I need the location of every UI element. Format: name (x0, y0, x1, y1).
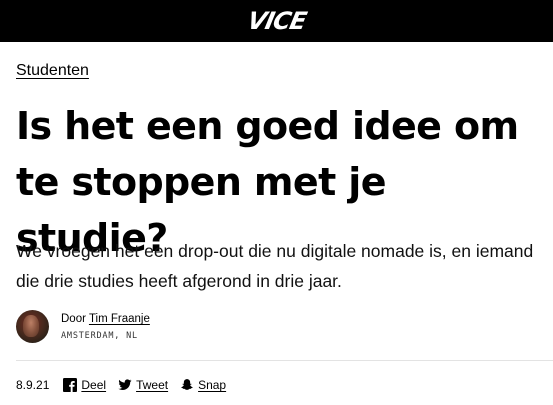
divider (16, 360, 553, 361)
author-link[interactable]: Tim Fraanje (89, 313, 150, 325)
author-location: AMSTERDAM, NL (61, 331, 138, 341)
facebook-icon (63, 378, 78, 392)
share-facebook-button[interactable]: Deel (63, 378, 106, 392)
share-snapchat-button[interactable]: Snap (180, 378, 226, 392)
article-dek: We vroegen het een drop-out die nu digit… (16, 241, 534, 291)
byline-text: Door Tim Fraanje AMSTERDAM, NL (61, 312, 150, 341)
share-snapchat-label: Snap (198, 378, 227, 392)
share-twitter-label: Tweet (136, 378, 169, 392)
author-line: Door Tim Fraanje (61, 312, 150, 326)
site-header: VICE (0, 0, 553, 42)
snapchat-icon (181, 379, 193, 390)
category-link[interactable]: Studenten (16, 62, 89, 80)
byline: Door Tim Fraanje AMSTERDAM, NL (16, 310, 150, 343)
publish-date: 8.9.21 (16, 378, 50, 392)
author-avatar[interactable] (16, 310, 49, 343)
share-twitter-button[interactable]: Tweet (118, 378, 168, 392)
vice-logo[interactable]: VICE (245, 7, 308, 35)
share-bar: 8.9.21 Deel Tweet Snap (16, 378, 238, 392)
byline-prefix: Door (61, 313, 86, 325)
share-facebook-label: Deel (81, 378, 107, 392)
twitter-icon (118, 379, 132, 391)
